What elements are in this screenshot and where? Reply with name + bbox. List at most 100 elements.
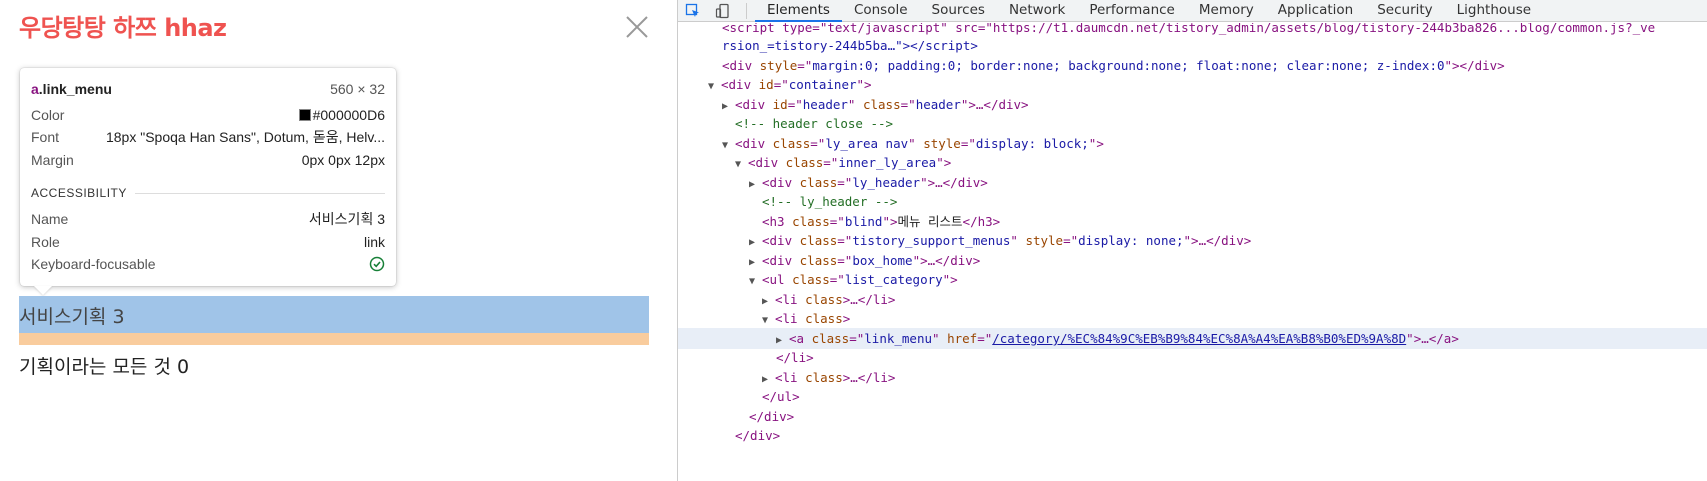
tab-application[interactable]: Application <box>1266 0 1365 22</box>
devtools-panel: Elements Console Sources Network Perform… <box>677 0 1707 481</box>
tab-network[interactable]: Network <box>997 0 1077 22</box>
highlighted-link-menu[interactable]: 서비스기획 3 <box>19 296 649 333</box>
script-tag-text: <script type="text/javascript" src="http… <box>722 23 1656 35</box>
close-tag: </ul> <box>762 389 800 404</box>
script-tag-cont: rsion_=tistory-244b5ba…"></script> <box>722 38 978 53</box>
tree-line-selected[interactable]: ▶ <a class="link_menu" href="/category/%E… <box>678 328 1707 349</box>
close-tag: </li> <box>776 350 814 365</box>
selector-tag: a <box>31 81 39 97</box>
inspect-tooltip: a.link_menu 560 × 32 Color #000000D6 Fon… <box>20 68 396 286</box>
device-toolbar-button[interactable] <box>708 0 738 22</box>
tree-line-box-home[interactable]: ▶ <div class="box_home">…</div> <box>749 250 980 271</box>
close-tag: </div> <box>749 409 795 424</box>
devtools-tab-bar: Elements Console Sources Network Perform… <box>678 0 1707 22</box>
inspect-element-button[interactable] <box>678 0 708 22</box>
node-id: header <box>802 97 848 112</box>
color-value-wrap: #000000D6 <box>298 107 385 123</box>
blog-title[interactable]: 우당탕탕 하쯔 hhaz <box>19 8 227 43</box>
font-value: 18px "Spoqa Han Sans", Dotum, 돋움, Helv..… <box>105 129 385 145</box>
node-class: tistory_support_menus <box>852 233 1011 248</box>
tree-line-script-cont[interactable]: rsion_=tistory-244b5ba…"></script> <box>722 35 978 56</box>
node-class: ly_header <box>852 175 921 190</box>
color-value: #000000D6 <box>312 107 385 123</box>
tab-separator <box>746 2 747 19</box>
node-style: margin:0; padding:0; border:none; backgr… <box>812 58 1445 73</box>
tree-line-ly-header[interactable]: ▶ <div class="ly_header">…</div> <box>749 172 988 193</box>
tooltip-size: 560 × 32 <box>330 81 385 97</box>
node-class: inner_ly_area <box>838 155 937 170</box>
name-value: 서비스기획 3 <box>308 211 385 227</box>
tooltip-color-row: Color #000000D6 <box>31 105 385 125</box>
device-icon <box>715 3 729 18</box>
role-value: link <box>363 234 385 250</box>
tab-lighthouse[interactable]: Lighthouse <box>1445 0 1543 22</box>
tree-line-div-close-1[interactable]: </div> <box>749 406 794 427</box>
role-label: Role <box>31 234 60 250</box>
node-class: box_home <box>852 253 913 268</box>
node-href-link[interactable]: /category/%EC%84%9C%EB%B9%84%EC%8A%A4%EA… <box>992 331 1406 346</box>
node-class: list_category <box>844 272 943 287</box>
tooltip-font-row: Font 18px "Spoqa Han Sans", Dotum, 돋움, H… <box>31 127 385 147</box>
tree-line-header[interactable]: ▶ <div id="header" class="header">…</div> <box>722 94 1029 115</box>
comment-text: <!-- ly_header --> <box>762 194 898 209</box>
tree-line-li-1[interactable]: ▶ <li class>…</li> <box>762 289 895 310</box>
color-swatch <box>298 109 311 121</box>
font-label: Font <box>31 129 60 145</box>
node-tag: div <box>729 58 753 73</box>
tree-line-h3[interactable]: <h3 class="blind">메뉴 리스트</h3> <box>762 211 1000 232</box>
margin-label: Margin <box>31 152 74 168</box>
tree-line-comment-ly-header[interactable]: <!-- ly_header --> <box>762 191 897 212</box>
inspect-cursor-icon <box>685 3 699 17</box>
tab-memory[interactable]: Memory <box>1187 0 1266 22</box>
tree-line-ul-close[interactable]: </ul> <box>762 386 800 407</box>
node-style: display: none; <box>1078 233 1184 248</box>
section-divider <box>134 192 385 194</box>
section-title-text: ACCESSIBILITY <box>31 186 127 200</box>
tree-line-li-3[interactable]: ▶ <li class>…</li> <box>762 367 895 388</box>
tree-line-ul[interactable]: ▼ <ul class="list_category"> <box>749 269 958 290</box>
tree-line-comment-header[interactable]: <!-- header close --> <box>735 113 893 134</box>
tooltip-header: a.link_menu 560 × 32 <box>31 79 385 99</box>
tree-line-support-menus[interactable]: ▶ <div class="tistory_support_menus" styl… <box>749 230 1251 251</box>
node-text: 메뉴 리스트 <box>897 214 963 229</box>
tree-line-li-2[interactable]: ▼ <li class> <box>762 308 850 329</box>
tab-console[interactable]: Console <box>842 0 920 22</box>
node-style: display: block; <box>975 136 1089 151</box>
tooltip-role-row: Role link <box>31 232 385 252</box>
page-viewport: 우당탕탕 하쯔 hhaz a.link_menu 560 × 32 Color … <box>0 0 676 481</box>
name-label: Name <box>31 211 69 227</box>
tree-line-ly-area[interactable]: ▼ <div class="ly_area nav" style="display… <box>722 133 1104 154</box>
margin-value: 0px 0px 12px <box>301 152 385 168</box>
tree-line-inner-ly-area[interactable]: ▼ <div class="inner_ly_area"> <box>735 152 951 173</box>
close-icon <box>626 16 648 38</box>
tree-line-div-margin[interactable]: <div style="margin:0; padding:0; border:… <box>722 55 1505 76</box>
keyboard-label: Keyboard-focusable <box>31 256 156 272</box>
category-link-next[interactable]: 기획이라는 모든 것 0 <box>19 352 189 379</box>
accessibility-section-title: ACCESSIBILITY <box>31 186 385 200</box>
margin-highlight <box>19 333 649 345</box>
tree-line-li-close[interactable]: </li> <box>776 347 814 368</box>
close-button[interactable] <box>620 10 654 44</box>
tab-performance[interactable]: Performance <box>1077 0 1187 22</box>
tree-line-container[interactable]: ▼ <div id="container"> <box>708 74 872 95</box>
check-circle-icon <box>369 256 385 272</box>
close-tag: </div> <box>735 428 781 443</box>
selector-class: .link_menu <box>38 81 112 97</box>
node-id: container <box>788 77 857 92</box>
tab-sources[interactable]: Sources <box>920 0 997 22</box>
node-class: header <box>915 97 961 112</box>
color-label: Color <box>31 107 65 123</box>
tab-elements[interactable]: Elements <box>755 0 842 22</box>
tree-line-div-close-2[interactable]: </div> <box>735 425 780 446</box>
tooltip-margin-row: Margin 0px 0px 12px <box>31 150 385 170</box>
elements-tree: <script type="text/javascript" src="http… <box>678 23 1707 481</box>
link-menu-text: 서비스기획 3 <box>19 306 125 328</box>
tooltip-name-row: Name 서비스기획 3 <box>31 209 385 229</box>
tooltip-selector: a.link_menu <box>31 81 112 97</box>
comment-text: <!-- header close --> <box>735 116 894 131</box>
tooltip-keyboard-row: Keyboard-focusable <box>31 254 385 274</box>
tab-security[interactable]: Security <box>1365 0 1444 22</box>
node-class: link_menu <box>864 331 933 346</box>
node-class: ly_area nav <box>825 136 909 151</box>
tree-line-link-menu: ▶ <a class="link_menu" href="/category/%E… <box>776 331 1459 346</box>
